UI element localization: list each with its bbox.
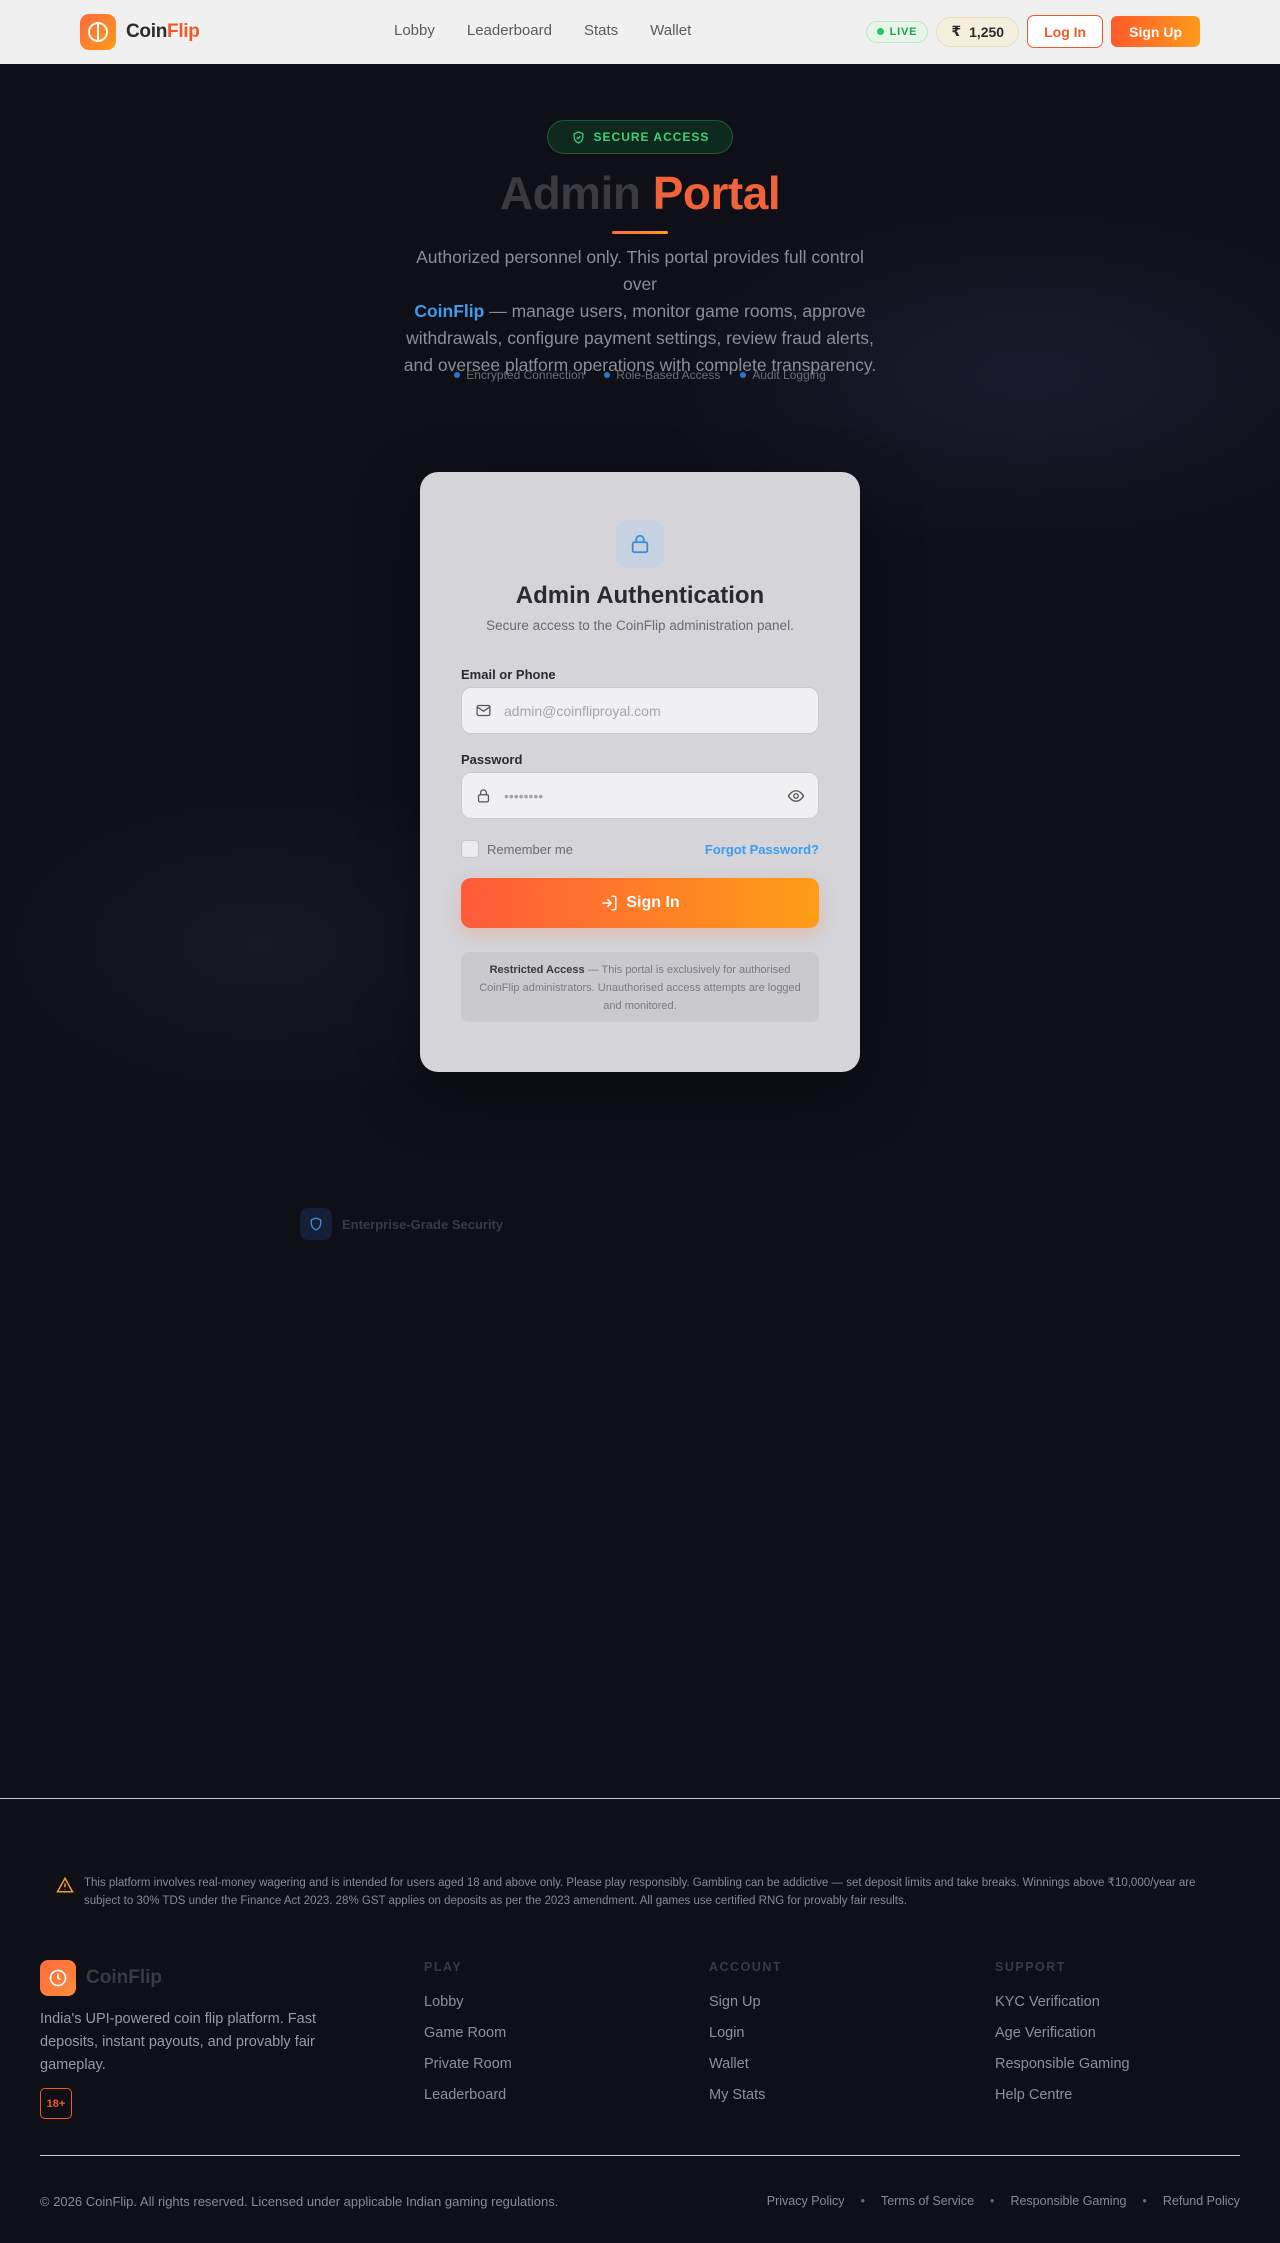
coin-logo-icon <box>80 14 116 50</box>
bullet-dot-icon <box>454 372 461 378</box>
brand-name: CoinFlip <box>126 21 200 42</box>
warning-icon <box>56 1876 74 1893</box>
card-subtitle: Secure access to the CoinFlip administra… <box>486 618 794 633</box>
hero-description: Authorized personnel only. This portal p… <box>403 247 877 375</box>
secure-access-badge: SECURE ACCESS <box>547 120 733 154</box>
footer-link[interactable]: KYC Verification <box>995 1994 1130 2025</box>
footer-link[interactable]: Age Verification <box>995 2025 1130 2056</box>
email-field-wrapper <box>461 687 819 734</box>
footer-link[interactable]: My Stats <box>709 2087 782 2118</box>
footer-col-support: SUPPORT KYC Verification Age Verificatio… <box>995 1960 1130 2118</box>
legal-links: Privacy Policy • Terms of Service • Resp… <box>766 2194 1240 2208</box>
restricted-access-notice: Restricted Access — This portal is exclu… <box>461 952 819 1022</box>
feature-item: Audit Logging <box>740 368 826 382</box>
remember-me[interactable]: Remember me <box>461 840 573 858</box>
footer-brand[interactable]: CoinFlip <box>40 1960 162 1996</box>
signup-button[interactable]: Sign Up <box>1111 16 1200 47</box>
admin-login-card: Admin Authentication Secure access to th… <box>420 472 860 1072</box>
nav-wallet[interactable]: Wallet <box>650 22 691 39</box>
shield-icon <box>300 1208 332 1240</box>
refund-policy-link[interactable]: Refund Policy <box>1163 2194 1240 2208</box>
copyright: © 2026 CoinFlip. All rights reserved. Li… <box>40 2194 559 2209</box>
remember-me-checkbox[interactable] <box>461 840 479 858</box>
footer-link[interactable]: Lobby <box>424 1994 512 2025</box>
footer-link[interactable]: Responsible Gaming <box>995 2056 1130 2087</box>
privacy-policy-link[interactable]: Privacy Policy <box>767 2194 845 2208</box>
show-password-eye-icon[interactable] <box>774 787 818 805</box>
footer-tagline: India's UPI-powered coin flip platform. … <box>40 2011 316 2073</box>
password-field[interactable] <box>504 773 774 818</box>
security-features: Encrypted Connection Role-Based Access A… <box>0 368 1280 382</box>
age-restriction-badge: 18+ <box>40 2088 72 2119</box>
footer-bottom-divider <box>40 2155 1240 2156</box>
responsible-gaming-link[interactable]: Responsible Gaming <box>1010 2194 1126 2208</box>
footer-link[interactable]: Leaderboard <box>424 2087 512 2118</box>
sign-in-button[interactable]: Sign In <box>461 878 819 928</box>
footer-link[interactable]: Login <box>709 2025 782 2056</box>
footer-col-account: ACCOUNT Sign Up Login Wallet My Stats <box>709 1960 782 2118</box>
wallet-balance[interactable]: ₹ 1,250 <box>936 16 1020 47</box>
feature-item: Encrypted Connection <box>454 368 584 382</box>
lock-icon <box>462 787 504 804</box>
balance-amount: 1,250 <box>969 23 1005 40</box>
mail-icon <box>462 702 504 719</box>
footer-link[interactable]: Wallet <box>709 2056 782 2087</box>
footer-link[interactable]: Help Centre <box>995 2087 1130 2118</box>
feature-item: Role-Based Access <box>604 368 720 382</box>
footer-link[interactable]: Game Room <box>424 2025 512 2056</box>
main-nav: Lobby Leaderboard Stats Wallet <box>394 22 691 39</box>
card-title: Admin Authentication <box>515 582 765 609</box>
bullet-dot-icon <box>604 372 611 378</box>
nav-stats[interactable]: Stats <box>584 22 618 39</box>
page-title: Admin Portal <box>499 167 781 219</box>
nav-lobby[interactable]: Lobby <box>394 22 435 39</box>
nav-leaderboard[interactable]: Leaderboard <box>467 22 552 39</box>
rupee-icon: ₹ <box>951 23 962 39</box>
title-underline <box>612 231 668 234</box>
login-arrow-icon <box>602 895 617 911</box>
enterprise-security-feature: Enterprise-Grade Security <box>300 1208 503 1240</box>
terms-link[interactable]: Terms of Service <box>881 2194 974 2208</box>
bullet-dot-icon <box>740 372 747 378</box>
forgot-password-link[interactable]: Forgot Password? <box>705 842 819 857</box>
shield-check-icon <box>573 130 584 144</box>
brand-highlight: CoinFlip <box>414 301 485 321</box>
lock-icon <box>616 520 664 568</box>
footer-link[interactable]: Private Room <box>424 2056 512 2087</box>
live-dot-icon <box>876 28 884 35</box>
password-field-wrapper <box>461 772 819 819</box>
password-label: Password <box>461 752 523 767</box>
footer-link[interactable]: Sign Up <box>709 1994 782 2025</box>
email-label: Email or Phone <box>461 667 556 682</box>
footer-divider <box>0 1798 1280 1799</box>
login-button[interactable]: Log In <box>1027 15 1104 48</box>
email-field[interactable] <box>504 688 818 733</box>
gambling-disclaimer: This platform involves real-money wageri… <box>56 1874 1206 1910</box>
live-status-badge: LIVE <box>865 20 929 43</box>
footer-col-play: PLAY Lobby Game Room Private Room Leader… <box>424 1960 512 2118</box>
brand-logo-link[interactable]: CoinFlip <box>80 14 200 50</box>
coin-logo-icon <box>40 1960 76 1996</box>
top-navbar: CoinFlip Lobby Leaderboard Stats Wallet … <box>0 0 1280 64</box>
